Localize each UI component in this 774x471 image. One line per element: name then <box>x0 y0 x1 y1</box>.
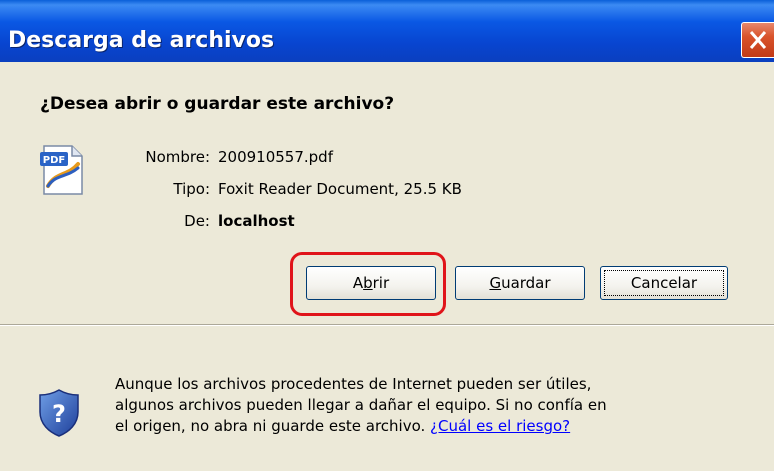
save-button-label: Guardar <box>489 274 551 292</box>
pdf-file-icon: PDF <box>40 145 83 195</box>
file-source-value: localhost <box>218 212 295 230</box>
save-button[interactable]: Guardar <box>455 266 585 300</box>
file-source-row: De: localhost <box>90 212 590 234</box>
warning-line-1: Aunque los archivos procedentes de Inter… <box>115 375 592 393</box>
security-warning: Aunque los archivos procedentes de Inter… <box>115 374 675 437</box>
file-name-label: Nombre: <box>145 148 210 166</box>
download-dialog: Descarga de archivos ¿Desea abrir o guar… <box>0 0 774 471</box>
warning-line-3: el origen, no abra ni guarde este archiv… <box>115 417 571 435</box>
file-name-row: Nombre: 200910557.pdf <box>90 148 590 170</box>
file-name-value: 200910557.pdf <box>218 148 333 166</box>
window-title: Descarga de archivos <box>8 28 275 53</box>
close-button[interactable] <box>741 22 774 58</box>
file-source-label: De: <box>184 212 210 230</box>
title-bar[interactable]: Descarga de archivos <box>0 0 774 62</box>
file-type-row: Tipo: Foxit Reader Document, 25.5 KB <box>90 180 590 202</box>
warning-line-2: algunos archivos pueden llegar a dañar e… <box>115 396 607 414</box>
file-type-value: Foxit Reader Document, 25.5 KB <box>218 180 462 198</box>
highlight-annotation <box>290 252 446 316</box>
close-icon <box>749 31 767 49</box>
focus-rectangle <box>604 270 724 296</box>
risk-link[interactable]: ¿Cuál es el riesgo? <box>430 417 570 435</box>
dialog-question: ¿Desea abrir o guardar este archivo? <box>40 94 395 114</box>
svg-text:PDF: PDF <box>43 155 65 166</box>
file-type-label: Tipo: <box>173 180 210 198</box>
security-shield-question-icon: ? <box>39 389 79 437</box>
cancel-button[interactable]: Cancelar <box>600 266 728 300</box>
svg-text:?: ? <box>52 400 66 428</box>
